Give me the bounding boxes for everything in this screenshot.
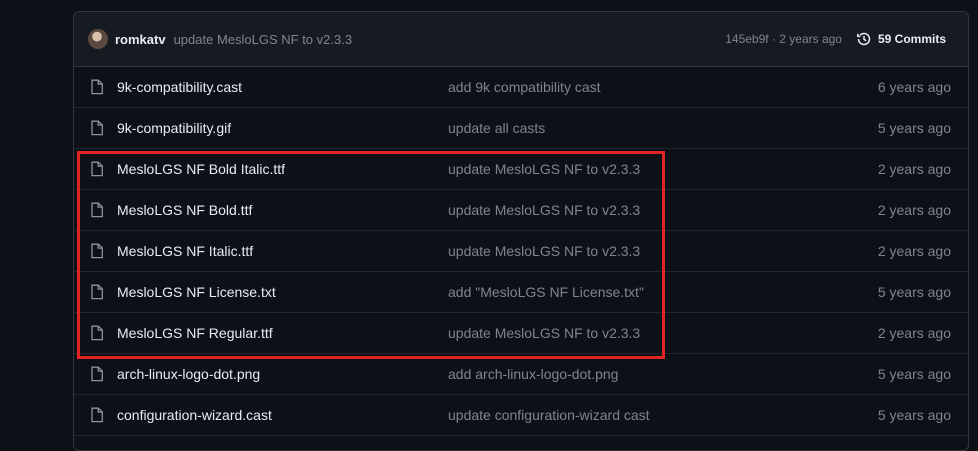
file-commit-message[interactable]: update all casts	[448, 120, 878, 136]
file-row[interactable]: MesloLGS NF Bold.ttf update MesloLGS NF t…	[74, 190, 968, 231]
file-name[interactable]: arch-linux-logo-dot.png	[117, 366, 448, 382]
file-commit-message[interactable]: update MesloLGS NF to v2.3.3	[448, 325, 878, 341]
latest-commit-bar: romkatv update MesloLGS NF to v2.3.3 145…	[74, 12, 968, 67]
file-age: 2 years ago	[877, 325, 951, 341]
file-icon	[90, 202, 106, 218]
commit-sha-time[interactable]: 145eb9f · 2 years ago	[725, 32, 842, 46]
file-browser: romkatv update MesloLGS NF to v2.3.3 145…	[73, 11, 969, 451]
file-icon	[90, 407, 106, 423]
file-commit-message[interactable]: update MesloLGS NF to v2.3.3	[448, 243, 878, 259]
file-row[interactable]: MesloLGS NF Regular.ttf update MesloLGS N…	[74, 313, 968, 354]
file-name[interactable]: MesloLGS NF Bold Italic.ttf	[117, 161, 448, 177]
file-commit-message[interactable]: update configuration-wizard cast	[448, 407, 878, 423]
file-icon	[90, 366, 106, 382]
file-row[interactable]: configuration-wizard.cast update configur…	[74, 395, 968, 436]
file-row[interactable]: MesloLGS NF Italic.ttf update MesloLGS NF…	[74, 231, 968, 272]
file-row[interactable]: arch-linux-logo-dot.png add arch-linux-lo…	[74, 354, 968, 395]
file-age: 2 years ago	[877, 202, 951, 218]
file-list: 9k-compatibility.cast add 9k compatibilit…	[74, 67, 968, 436]
file-commit-message[interactable]: add arch-linux-logo-dot.png	[448, 366, 878, 382]
file-name[interactable]: 9k-compatibility.gif	[117, 120, 448, 136]
file-commit-message[interactable]: add 9k compatibility cast	[448, 79, 878, 95]
file-commit-message[interactable]: update MesloLGS NF to v2.3.3	[448, 161, 878, 177]
file-row[interactable]: 9k-compatibility.gif update all casts 5 ye…	[74, 108, 968, 149]
avatar[interactable]	[88, 29, 108, 49]
file-name[interactable]: configuration-wizard.cast	[117, 407, 448, 423]
file-row[interactable]: 9k-compatibility.cast add 9k compatibilit…	[74, 67, 968, 108]
file-name[interactable]: MesloLGS NF Regular.ttf	[117, 325, 448, 341]
file-age: 6 years ago	[877, 79, 951, 95]
file-icon	[90, 161, 106, 177]
history-icon	[857, 32, 871, 46]
commit-message[interactable]: update MesloLGS NF to v2.3.3	[174, 32, 352, 47]
file-icon	[90, 325, 106, 341]
file-row[interactable]: MesloLGS NF Bold Italic.ttf update MesloL…	[74, 149, 968, 190]
file-icon	[90, 243, 106, 259]
file-age: 5 years ago	[877, 120, 951, 136]
file-icon	[90, 120, 106, 136]
file-icon	[90, 284, 106, 300]
file-age: 5 years ago	[877, 284, 951, 300]
commit-author[interactable]: romkatv	[115, 32, 166, 47]
file-commit-message[interactable]: add "MesloLGS NF License.txt"	[448, 284, 878, 300]
file-age: 2 years ago	[877, 161, 951, 177]
file-age: 5 years ago	[877, 366, 951, 382]
file-name[interactable]: MesloLGS NF License.txt	[117, 284, 448, 300]
file-row[interactable]: MesloLGS NF License.txt add "MesloLGS NF …	[74, 272, 968, 313]
commits-link[interactable]: 59 Commits	[856, 31, 946, 47]
file-age: 5 years ago	[877, 407, 951, 423]
file-age: 2 years ago	[877, 243, 951, 259]
file-name[interactable]: MesloLGS NF Bold.ttf	[117, 202, 448, 218]
file-icon	[90, 79, 106, 95]
file-commit-message[interactable]: update MesloLGS NF to v2.3.3	[448, 202, 878, 218]
commits-count: 59 Commits	[877, 32, 946, 46]
file-name[interactable]: 9k-compatibility.cast	[117, 79, 448, 95]
file-name[interactable]: MesloLGS NF Italic.ttf	[117, 243, 448, 259]
